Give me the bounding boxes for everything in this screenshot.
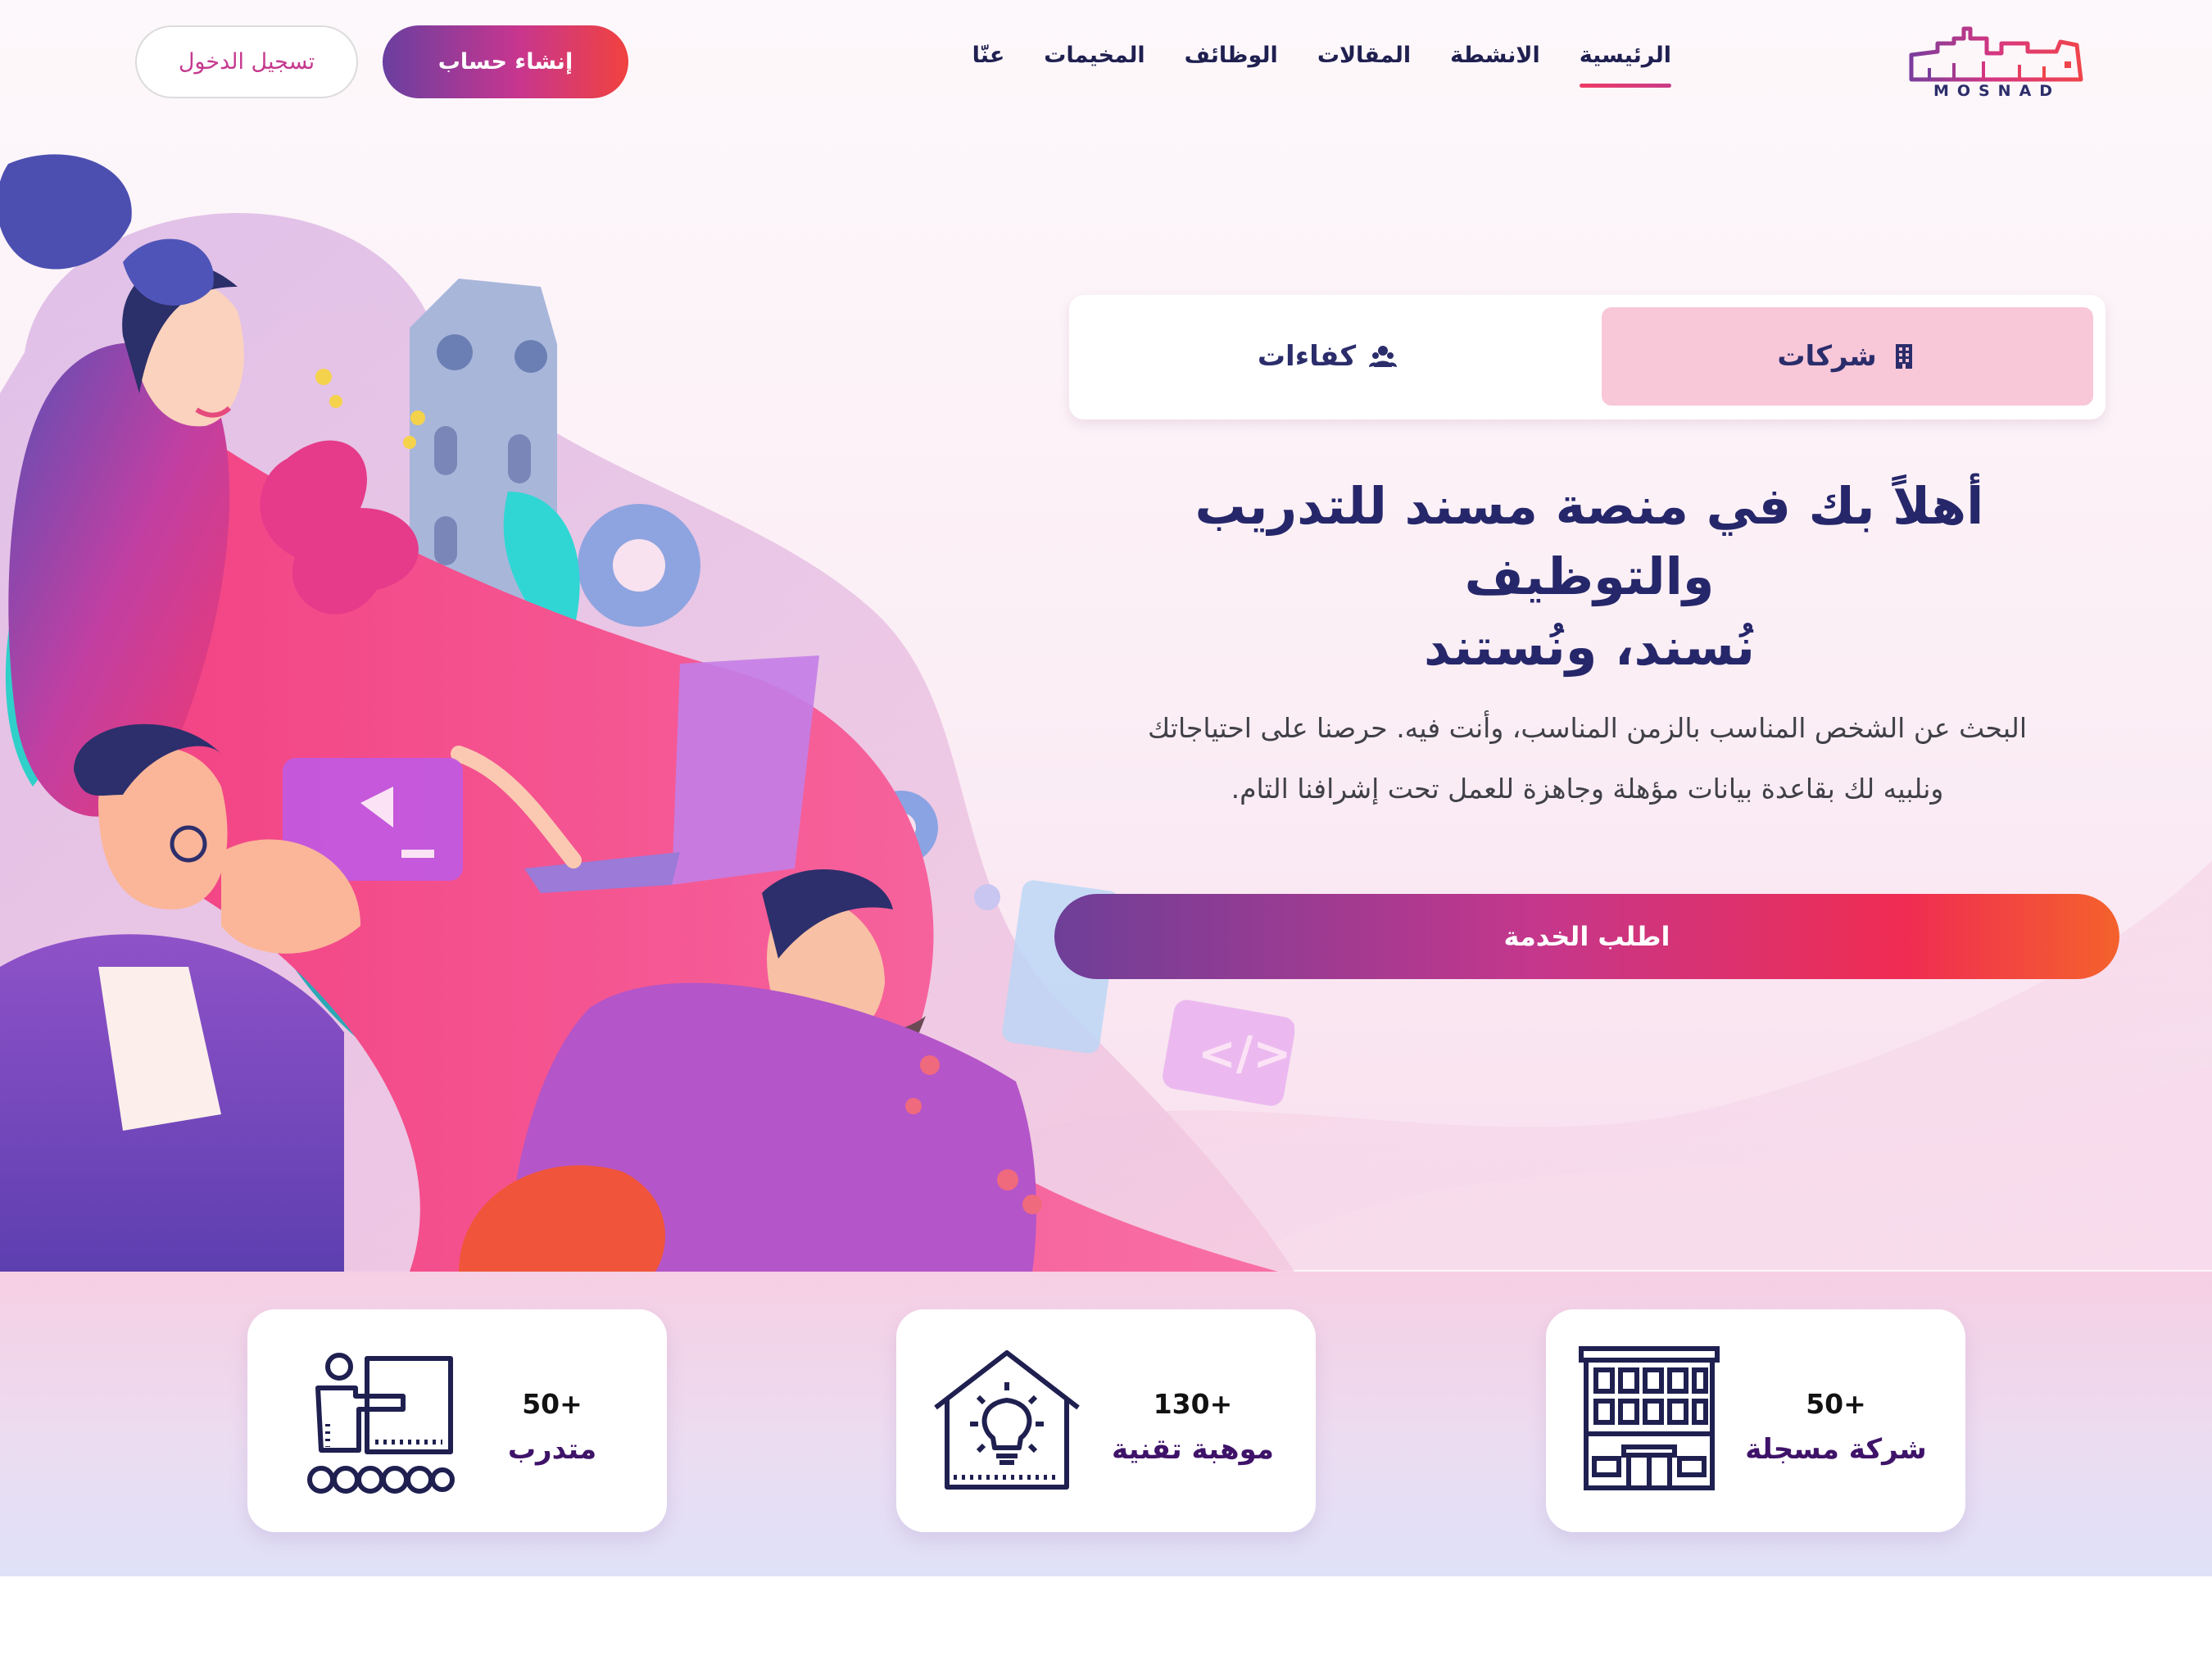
footer-strip [0,1576,2212,1678]
hero-description: البحث عن الشخص المناسب بالزمن المناسب، و… [1069,698,2105,819]
stat-card-trainees: 50+ متدرب [247,1309,667,1532]
stat-trainees-label: متدرب [507,1433,597,1466]
code-tile-graphic: </> [1163,1000,1294,1106]
nav-item-articles[interactable]: المقالات [1317,43,1411,78]
hero-description-line2: ونلبيه لك بقاعدة بيانات مؤهلة وجاهزة للع… [1231,773,1944,805]
audience-tabs: شركات كفاءات [1069,295,2105,420]
tab-companies-label: شركات [1777,340,1877,373]
stat-talents-label: موهبة تقنية [1112,1433,1274,1466]
nav-item-about[interactable]: عنّا [972,43,1005,78]
stat-companies-value: 50+ [1806,1388,1866,1420]
stat-talents-value: 130+ [1153,1388,1233,1420]
tab-talents[interactable]: كفاءات [1081,307,1573,406]
building-icon [1579,1346,1720,1490]
stat-companies-label: شركة مسجلة [1745,1433,1927,1466]
stat-trainees-value: 50+ [522,1388,582,1420]
tab-companies[interactable]: شركات [1602,307,2093,406]
stat-card-talents: 130+ موهبة تقنية [896,1309,1316,1532]
lightbulb-house-icon [934,1350,1080,1490]
nav-item-jobs[interactable]: الوظائف [1185,43,1278,78]
logo-wordmark: MOSNAD [1933,82,2061,100]
users-icon [1369,346,1398,367]
nav-item-home[interactable]: الرئيسية [1579,43,1672,88]
top-navigation: MOSNAD الرئيسية الانشطة المقالات الوظائف… [0,0,2212,123]
request-service-button[interactable]: اطلب الخدمة [1054,894,2119,979]
building-icon [1895,344,1912,369]
stat-companies-text: 50+ شركة مسجلة [1738,1383,1934,1473]
stat-card-companies: 50+ شركة مسجلة [1546,1309,1965,1532]
stat-talents-text: 130+ موهبة تقنية [1103,1383,1283,1473]
hero-title: أهلاً بك في منصة مسند للتدريب والتوظيف ن… [1069,471,2110,683]
login-button[interactable]: تسجيل الدخول [135,25,358,98]
hero-title-line1: أهلاً بك في منصة مسند للتدريب والتوظيف [1194,476,1984,606]
nav-item-camps[interactable]: المخيمات [1044,43,1145,78]
hero-description-line1: البحث عن الشخص المناسب بالزمن المناسب، و… [1147,712,2028,744]
main-menu: الرئيسية الانشطة المقالات الوظائف المخيم… [972,43,1672,88]
bubble-graphic [974,884,1000,910]
create-account-button[interactable]: إنشاء حساب [383,25,628,98]
trainer-icon [307,1353,455,1494]
tab-talents-label: كفاءات [1257,340,1357,373]
svg-text:</>: </> [1198,1027,1291,1081]
nav-item-activities[interactable]: الانشطة [1450,43,1540,78]
hero-title-line2: نُسند، ونُستند [1424,617,1755,677]
stat-trainees-text: 50+ متدرب [487,1383,618,1473]
